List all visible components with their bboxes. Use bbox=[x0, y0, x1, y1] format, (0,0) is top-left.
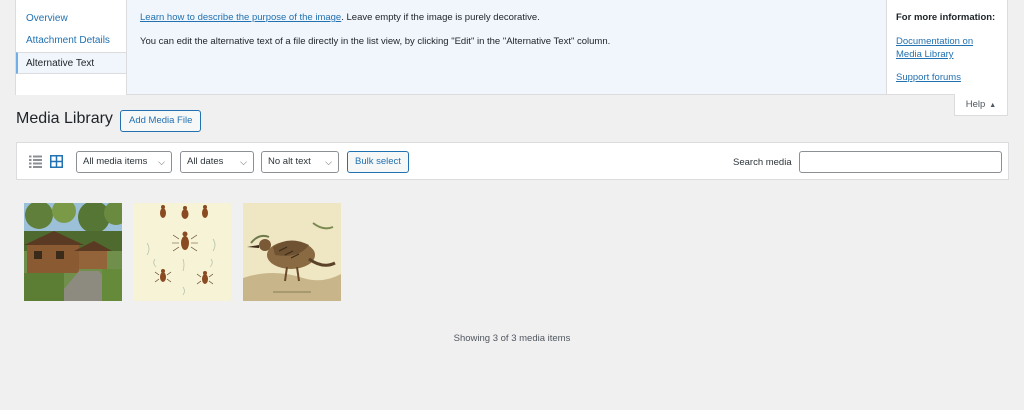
contextual-help-panel: Overview Attachment Details Alternative … bbox=[15, 0, 1008, 95]
help-tab-alternative-text[interactable]: Alternative Text bbox=[16, 52, 126, 74]
chevron-down-icon: ⌵ bbox=[240, 157, 247, 167]
cabins-photo bbox=[24, 203, 122, 301]
help-content: Learn how to describe the purpose of the… bbox=[126, 0, 886, 94]
media-count-status: Showing 3 of 3 media items bbox=[453, 333, 571, 344]
support-forums-link[interactable]: Support forums bbox=[896, 71, 999, 84]
help-toggle-button[interactable]: Help ▲ bbox=[954, 94, 1008, 116]
media-toolbar: All media items ⌵ All dates ⌵ No alt text ⌵… bbox=[16, 142, 1009, 180]
media-item-cabins[interactable] bbox=[24, 203, 122, 301]
alt-text-filter-value: No alt text bbox=[268, 156, 311, 167]
help-paragraph-2: You can edit the alternative text of a f… bbox=[140, 36, 611, 47]
help-toggle-label: Help bbox=[965, 99, 986, 110]
add-media-file-button[interactable]: Add Media File bbox=[120, 110, 202, 132]
help-tab-overview[interactable]: Overview bbox=[16, 8, 126, 30]
bulk-select-button[interactable]: Bulk select bbox=[347, 151, 409, 173]
media-type-filter-value: All media items bbox=[83, 156, 148, 167]
help-tabs: Overview Attachment Details Alternative … bbox=[16, 0, 126, 95]
help-paragraph-1: Learn how to describe the purpose of the… bbox=[140, 12, 873, 24]
media-item-bird[interactable] bbox=[243, 203, 341, 301]
date-filter-value: All dates bbox=[187, 156, 224, 167]
page-title: Media Library bbox=[16, 110, 113, 127]
help-paragraph-1-rest: . Leave empty if the image is purely dec… bbox=[341, 12, 540, 23]
beetles-illustration bbox=[133, 203, 231, 301]
describe-purpose-link[interactable]: Learn how to describe the purpose of the… bbox=[140, 12, 341, 23]
search-media-input[interactable] bbox=[799, 151, 1002, 173]
help-sidebar: For more information: Documentation on M… bbox=[886, 0, 1008, 94]
bird-illustration bbox=[243, 203, 341, 301]
date-filter[interactable]: All dates ⌵ bbox=[180, 151, 254, 173]
media-item-beetles[interactable] bbox=[133, 203, 231, 301]
chevron-down-icon: ⌵ bbox=[325, 157, 332, 167]
help-sidebar-title: For more information: bbox=[896, 12, 996, 23]
grid-view-icon[interactable] bbox=[50, 155, 63, 168]
alt-text-filter[interactable]: No alt text ⌵ bbox=[261, 151, 339, 173]
list-view-icon[interactable] bbox=[29, 155, 42, 168]
help-tab-attachment-details[interactable]: Attachment Details bbox=[16, 30, 126, 52]
search-media-label: Search media bbox=[733, 157, 792, 168]
documentation-link[interactable]: Documentation on Media Library bbox=[896, 35, 999, 61]
chevron-down-icon: ⌵ bbox=[158, 157, 165, 167]
triangle-up-icon: ▲ bbox=[989, 102, 997, 109]
media-type-filter[interactable]: All media items ⌵ bbox=[76, 151, 172, 173]
